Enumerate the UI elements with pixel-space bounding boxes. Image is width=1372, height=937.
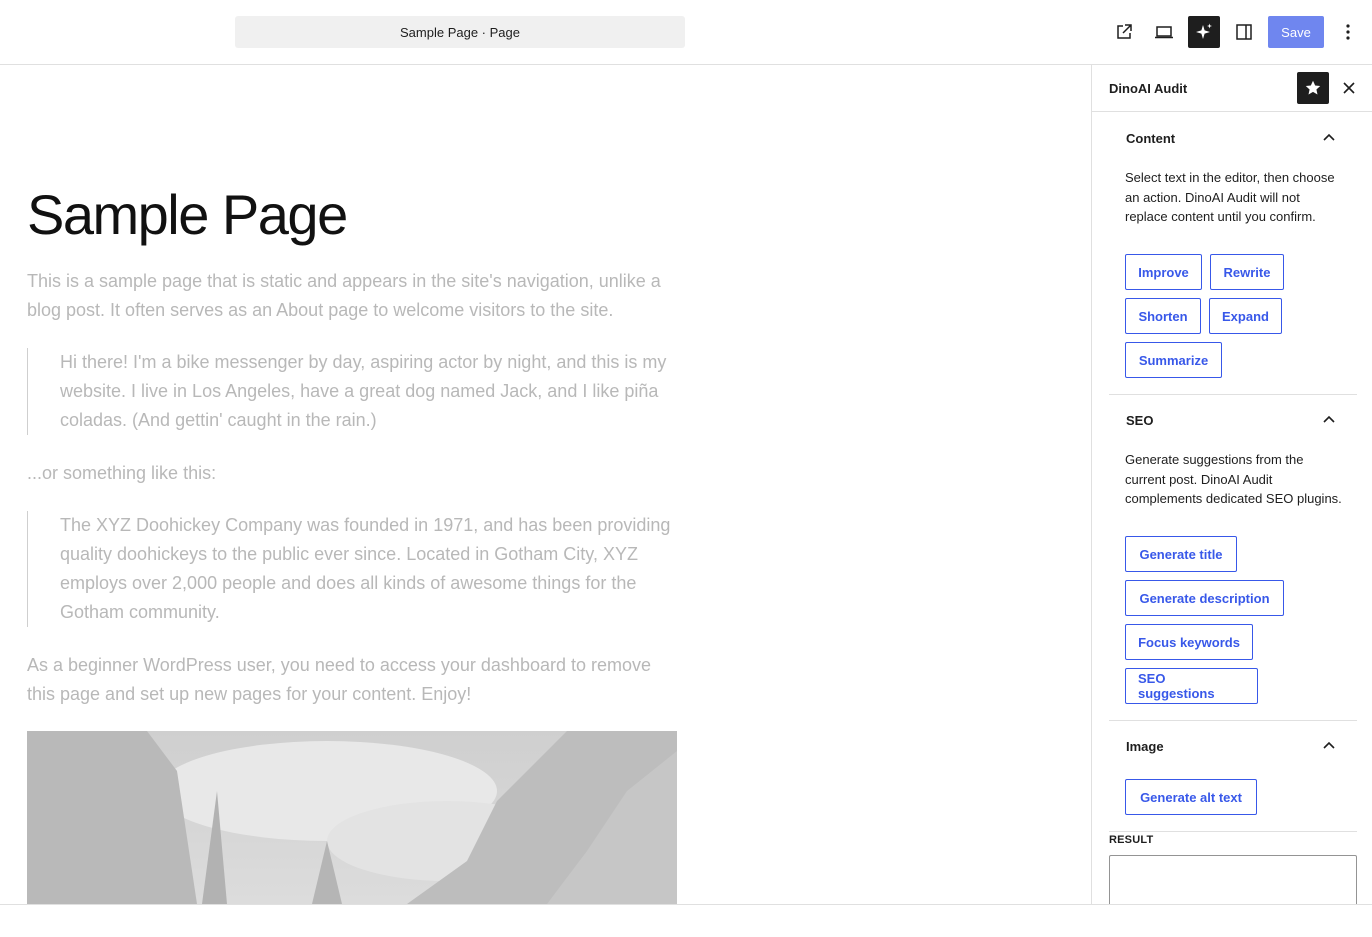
- star-icon: [1305, 80, 1321, 95]
- sidebar-header: DinoAI Audit: [1092, 65, 1372, 112]
- expand-button[interactable]: Expand: [1209, 298, 1282, 334]
- result-textarea[interactable]: [1109, 855, 1357, 904]
- button-label: Generate alt text: [1140, 789, 1242, 805]
- vertical-ellipsis-icon: [1346, 24, 1350, 40]
- pin-button[interactable]: [1297, 72, 1329, 104]
- sidebar-title: DinoAI Audit: [1109, 81, 1188, 96]
- page-title[interactable]: Sample Page: [27, 180, 348, 250]
- editor-canvas[interactable]: Sample Page This is a sample page that i…: [0, 65, 1091, 904]
- shorten-button[interactable]: Shorten: [1125, 298, 1201, 334]
- panel-divider: [1109, 720, 1357, 721]
- footer-divider: [0, 904, 1372, 905]
- settings-toggle-button[interactable]: [1228, 16, 1260, 48]
- document-title-bar[interactable]: Sample Page · Page: [235, 16, 685, 48]
- dinoai-button[interactable]: [1188, 16, 1220, 48]
- view-page-button[interactable]: [1108, 16, 1140, 48]
- generate-alt-text-button[interactable]: Generate alt text: [1125, 779, 1257, 815]
- summarize-button[interactable]: Summarize: [1125, 342, 1222, 378]
- laptop-icon: [1155, 26, 1173, 39]
- close-icon: [1343, 82, 1355, 94]
- options-menu-button[interactable]: [1336, 16, 1360, 48]
- mountain-landscape-image: [27, 731, 677, 904]
- seo-panel-toggle[interactable]: SEO: [1109, 396, 1357, 444]
- save-button[interactable]: Save: [1268, 16, 1324, 48]
- quote-block[interactable]: Hi there! I'm a bike messenger by day, a…: [27, 348, 677, 435]
- image-block[interactable]: [27, 731, 677, 904]
- button-label: Shorten: [1138, 308, 1188, 324]
- button-label: Improve: [1138, 264, 1189, 280]
- external-link-icon: [1117, 24, 1132, 39]
- content-panel-description: Select text in the editor, then choose a…: [1125, 170, 1335, 224]
- seo-suggestions-button[interactable]: SEO suggestions: [1125, 668, 1258, 704]
- improve-button[interactable]: Improve: [1125, 254, 1202, 290]
- close-sidebar-button[interactable]: [1337, 76, 1361, 100]
- panel-title: Image: [1126, 739, 1164, 754]
- button-label: Rewrite: [1223, 264, 1271, 280]
- chevron-up-icon: [1323, 415, 1335, 423]
- image-panel-toggle[interactable]: Image: [1109, 722, 1357, 770]
- intro-paragraph[interactable]: This is a sample page that is static and…: [27, 267, 677, 325]
- quote-text: The XYZ Doohickey Company was founded in…: [60, 515, 671, 622]
- or-paragraph[interactable]: ...or something like this:: [27, 459, 677, 488]
- generate-title-button[interactable]: Generate title: [1125, 536, 1237, 572]
- button-label: Generate title: [1139, 546, 1223, 562]
- panel-title: Content: [1126, 131, 1176, 146]
- panel-divider: [1109, 394, 1357, 395]
- button-label: Summarize: [1138, 352, 1209, 368]
- content-panel-toggle[interactable]: Content: [1109, 114, 1357, 162]
- document-title: Sample Page · Page: [400, 24, 520, 40]
- save-label: Save: [1281, 24, 1311, 40]
- button-label: Generate description: [1139, 590, 1270, 606]
- chevron-up-icon: [1323, 133, 1335, 141]
- panel-title: SEO: [1126, 413, 1154, 428]
- button-label: SEO suggestions: [1138, 671, 1215, 701]
- sidebar-toggle-icon: [1236, 24, 1252, 40]
- sparkle-icon: [1196, 23, 1212, 39]
- focus-keywords-button[interactable]: Focus keywords: [1125, 624, 1253, 660]
- rewrite-button[interactable]: Rewrite: [1210, 254, 1284, 290]
- button-label: Focus keywords: [1138, 634, 1240, 650]
- generate-description-button[interactable]: Generate description: [1125, 580, 1284, 616]
- button-label: Expand: [1222, 308, 1269, 324]
- outro-paragraph[interactable]: As a beginner WordPress user, you need t…: [27, 651, 677, 709]
- editor-top-bar: Sample Page · Page Save: [0, 0, 1372, 65]
- panel-divider: [1109, 831, 1357, 832]
- quote-text: Hi there! I'm a bike messenger by day, a…: [60, 352, 667, 430]
- result-label: RESULT: [1109, 834, 1154, 846]
- seo-panel-description: Generate suggestions from the current po…: [1125, 452, 1342, 506]
- preview-button[interactable]: [1148, 16, 1180, 48]
- chevron-up-icon: [1323, 741, 1335, 749]
- quote-block[interactable]: The XYZ Doohickey Company was founded in…: [27, 511, 677, 627]
- dinoai-audit-sidebar: DinoAI Audit Content Select text in the …: [1091, 65, 1372, 904]
